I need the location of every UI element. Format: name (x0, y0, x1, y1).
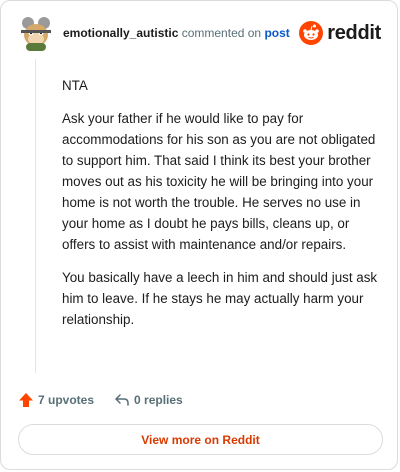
upvote-count: 7 upvotes (38, 393, 95, 407)
reply-count: 0 replies (134, 393, 183, 407)
comment-meta: emotionally_autistic commented on post (63, 26, 290, 40)
view-more-button[interactable]: View more on Reddit (18, 424, 383, 455)
snoo-avatar-icon (21, 17, 51, 51)
reddit-brand[interactable]: reddit (299, 20, 381, 46)
comment-header: emotionally_autistic commented on post r… (17, 15, 381, 53)
user-avatar[interactable] (17, 15, 55, 53)
commented-on-text: commented on (181, 26, 262, 40)
embedded-comment-card: emotionally_autistic commented on post r… (0, 0, 398, 470)
replies-button[interactable]: 0 replies (114, 392, 183, 408)
comment-paragraph: NTA (62, 78, 88, 93)
comment-actions: 7 upvotes 0 replies (18, 390, 183, 410)
thread-line (35, 59, 36, 373)
comment-paragraph: Ask your father if he would like to pay … (62, 111, 376, 252)
reply-arrow-icon (115, 394, 129, 406)
comment-paragraph: You basically have a leech in him and sh… (62, 270, 378, 327)
upvote-arrow-icon (19, 393, 33, 407)
post-link[interactable]: post (264, 26, 289, 40)
comment-body: NTA Ask your father if he would like to … (62, 75, 380, 342)
reddit-wordmark: reddit (327, 21, 381, 44)
upvote-button[interactable]: 7 upvotes (18, 392, 94, 408)
username-link[interactable]: emotionally_autistic (63, 26, 178, 40)
reddit-logo-icon (299, 21, 324, 45)
